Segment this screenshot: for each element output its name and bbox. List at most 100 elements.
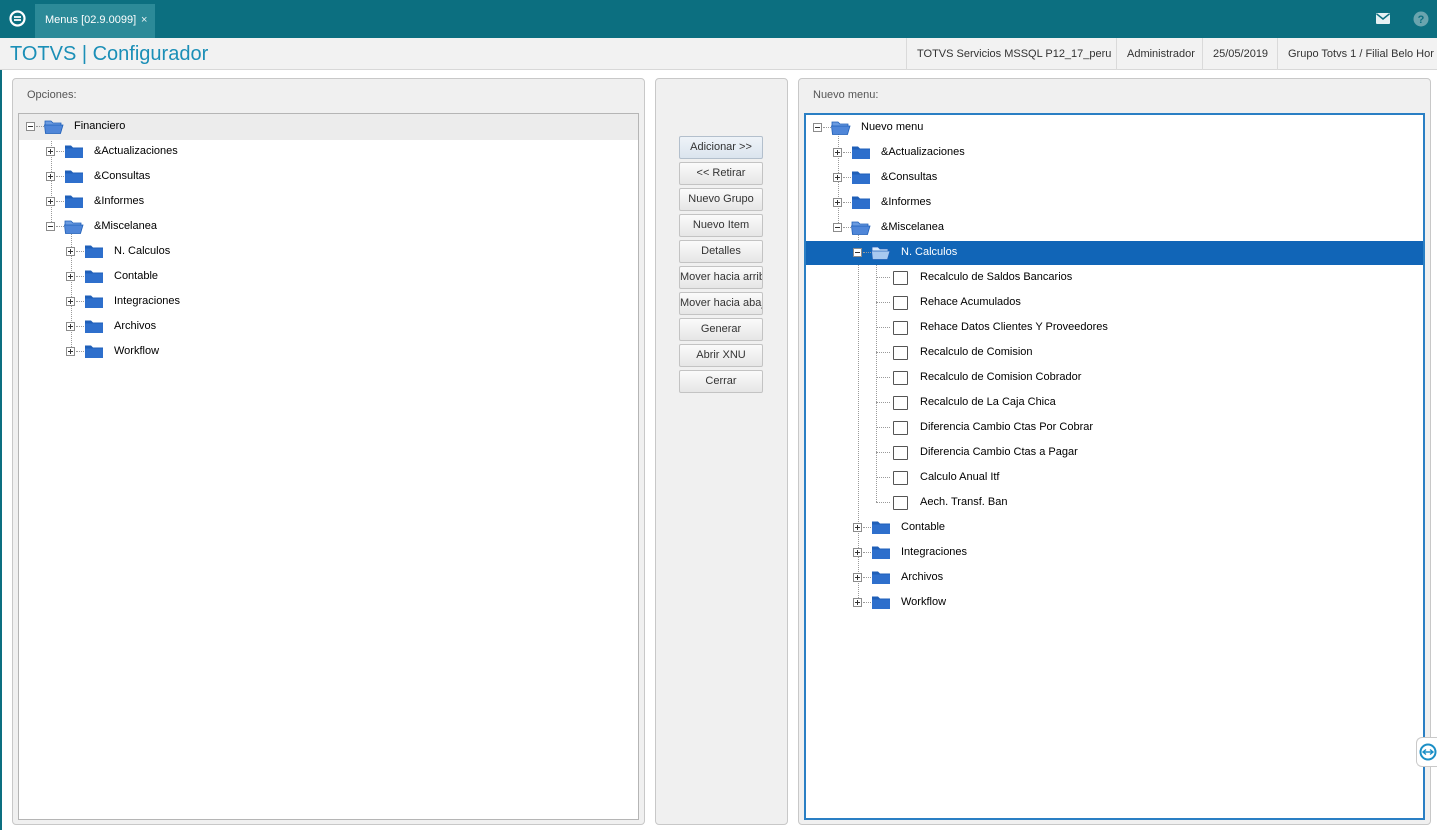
menu-group-integraciones[interactable]: Integraciones xyxy=(19,289,636,314)
expand-icon[interactable] xyxy=(66,297,75,306)
menu-group-n-calculos[interactable]: N. Calculos xyxy=(19,239,636,264)
tree-connector xyxy=(56,176,64,177)
menu-group-miscelanea[interactable]: &Miscelanea xyxy=(19,214,636,239)
collapse-icon[interactable] xyxy=(853,248,862,257)
menu-group-informes[interactable]: &Informes xyxy=(806,190,1423,215)
expand-icon[interactable] xyxy=(66,322,75,331)
details-button[interactable]: Detalles xyxy=(679,240,763,263)
side-panel-toggle[interactable] xyxy=(1416,737,1437,767)
menu-item-icon xyxy=(893,296,908,310)
move-down-button[interactable]: Mover hacia abajo xyxy=(679,292,763,315)
move-up-button[interactable]: Mover hacia arriba xyxy=(679,266,763,289)
collapse-icon[interactable] xyxy=(26,122,35,131)
mail-icon[interactable] xyxy=(1376,13,1390,24)
menu-group-workflow[interactable]: Workflow xyxy=(19,339,636,364)
menu-item-recalculo-de-saldos-bancarios[interactable]: Recalculo de Saldos Bancarios xyxy=(806,265,1423,290)
folder-icon xyxy=(851,145,871,160)
tree-node-label: Diferencia Cambio Ctas a Pagar xyxy=(920,446,1078,458)
expand-icon[interactable] xyxy=(853,523,862,532)
branch-label: Grupo Totvs 1 / Filial Belo Hor xyxy=(1277,38,1434,70)
expand-icon[interactable] xyxy=(853,598,862,607)
expand-icon[interactable] xyxy=(853,573,862,582)
menu-group-archivos[interactable]: Archivos xyxy=(806,565,1423,590)
menu-item-recalculo-de-comision[interactable]: Recalculo de Comision xyxy=(806,340,1423,365)
menu-group-miscelanea[interactable]: &Miscelanea xyxy=(806,215,1423,240)
expand-icon[interactable] xyxy=(46,147,55,156)
tree-node-label: &Consultas xyxy=(881,171,938,183)
tree-node-label: Archivos xyxy=(901,571,944,583)
menu-item-recalculo-de-la-caja-chica[interactable]: Recalculo de La Caja Chica xyxy=(806,390,1423,415)
tree-connector xyxy=(56,151,64,152)
tree-node-label: N. Calculos xyxy=(901,246,958,258)
menu-item-calculo-anual-itf[interactable]: Calculo Anual Itf xyxy=(806,465,1423,490)
expand-icon[interactable] xyxy=(66,247,75,256)
totvs-logo-icon[interactable] xyxy=(9,10,26,27)
user-label: Administrador xyxy=(1116,38,1195,70)
app-title: TOTVS | Configurador xyxy=(10,43,209,65)
expand-icon[interactable] xyxy=(66,347,75,356)
menu-group-consultas[interactable]: &Consultas xyxy=(806,165,1423,190)
menu-group-integraciones[interactable]: Integraciones xyxy=(806,540,1423,565)
new-group-button[interactable]: Nuevo Grupo xyxy=(679,188,763,211)
folder-icon xyxy=(84,294,104,309)
new-menu-tree[interactable]: Nuevo menu &Actualizaciones &Consultas &Inf… xyxy=(804,113,1425,820)
menu-item-rehace-acumulados[interactable]: Rehace Acumulados xyxy=(806,290,1423,315)
collapse-icon[interactable] xyxy=(46,222,55,231)
new-item-button[interactable]: Nuevo Item xyxy=(679,214,763,237)
menu-group-contable[interactable]: Contable xyxy=(806,515,1423,540)
expand-icon[interactable] xyxy=(46,172,55,181)
folder-icon xyxy=(871,595,891,610)
menu-item-aech-transf-ban[interactable]: Aech. Transf. Ban xyxy=(806,490,1423,515)
menu-item-rehace-datos-clientes-y-proveedores[interactable]: Rehace Datos Clientes Y Proveedores xyxy=(806,315,1423,340)
new-menu-label: Nuevo menu: xyxy=(813,89,879,101)
tree-connector xyxy=(76,301,84,302)
tree-connector xyxy=(56,226,64,227)
help-icon[interactable]: ? xyxy=(1413,11,1429,27)
menu-group-actualizaciones[interactable]: &Actualizaciones xyxy=(806,140,1423,165)
menu-group-archivos[interactable]: Archivos xyxy=(19,314,636,339)
add-button[interactable]: Adicionar >> xyxy=(679,136,763,159)
collapse-icon[interactable] xyxy=(833,223,842,232)
open-xnu-button[interactable]: Abrir XNU xyxy=(679,344,763,367)
close-button[interactable]: Cerrar xyxy=(679,370,763,393)
menu-group-workflow[interactable]: Workflow xyxy=(806,590,1423,615)
menu-group-financiero[interactable]: Financiero xyxy=(19,114,636,139)
options-tree[interactable]: Financiero &Actualizaciones &Consultas &Inf… xyxy=(18,113,639,820)
menu-group-actualizaciones[interactable]: &Actualizaciones xyxy=(19,139,636,164)
collapse-icon[interactable] xyxy=(813,123,822,132)
remove-button[interactable]: << Retirar xyxy=(679,162,763,185)
menu-group-n-calculos[interactable]: N. Calculos xyxy=(806,240,1423,265)
folder-open-icon xyxy=(851,220,871,235)
expand-icon[interactable] xyxy=(833,198,842,207)
tree-node-label: Contable xyxy=(114,270,159,282)
tree-connector xyxy=(876,327,890,328)
expand-icon[interactable] xyxy=(853,548,862,557)
menu-group-informes[interactable]: &Informes xyxy=(19,189,636,214)
folder-open-icon xyxy=(831,120,851,135)
tab-menus[interactable]: Menus [02.9.0099] × xyxy=(35,4,155,38)
tree-node-label: Aech. Transf. Ban xyxy=(920,496,1008,508)
expand-icon[interactable] xyxy=(833,173,842,182)
menu-group-nuevo-menu[interactable]: Nuevo menu xyxy=(806,115,1423,140)
tab-label: Menus [02.9.0099] xyxy=(45,14,137,26)
menu-item-recalculo-de-comision-cobrador[interactable]: Recalculo de Comision Cobrador xyxy=(806,365,1423,390)
expand-icon[interactable] xyxy=(66,272,75,281)
generate-button[interactable]: Generar xyxy=(679,318,763,341)
menu-group-contable[interactable]: Contable xyxy=(19,264,636,289)
environment-label: TOTVS Servicios MSSQL P12_17_peru xyxy=(906,38,1111,70)
tree-connector xyxy=(876,277,890,278)
tab-close-icon[interactable]: × xyxy=(141,4,147,37)
folder-open-icon xyxy=(871,245,891,260)
expand-icon[interactable] xyxy=(46,197,55,206)
tree-connector xyxy=(876,477,890,478)
tree-connector xyxy=(876,427,890,428)
tree-connector xyxy=(76,326,84,327)
tree-connector xyxy=(843,202,851,203)
menu-group-consultas[interactable]: &Consultas xyxy=(19,164,636,189)
folder-icon xyxy=(84,344,104,359)
expand-icon[interactable] xyxy=(833,148,842,157)
tree-node-label: Diferencia Cambio Ctas Por Cobrar xyxy=(920,421,1094,433)
menu-item-diferencia-cambio-ctas-por-cobrar[interactable]: Diferencia Cambio Ctas Por Cobrar xyxy=(806,415,1423,440)
menu-item-diferencia-cambio-ctas-a-pagar[interactable]: Diferencia Cambio Ctas a Pagar xyxy=(806,440,1423,465)
window-edge xyxy=(0,70,2,830)
